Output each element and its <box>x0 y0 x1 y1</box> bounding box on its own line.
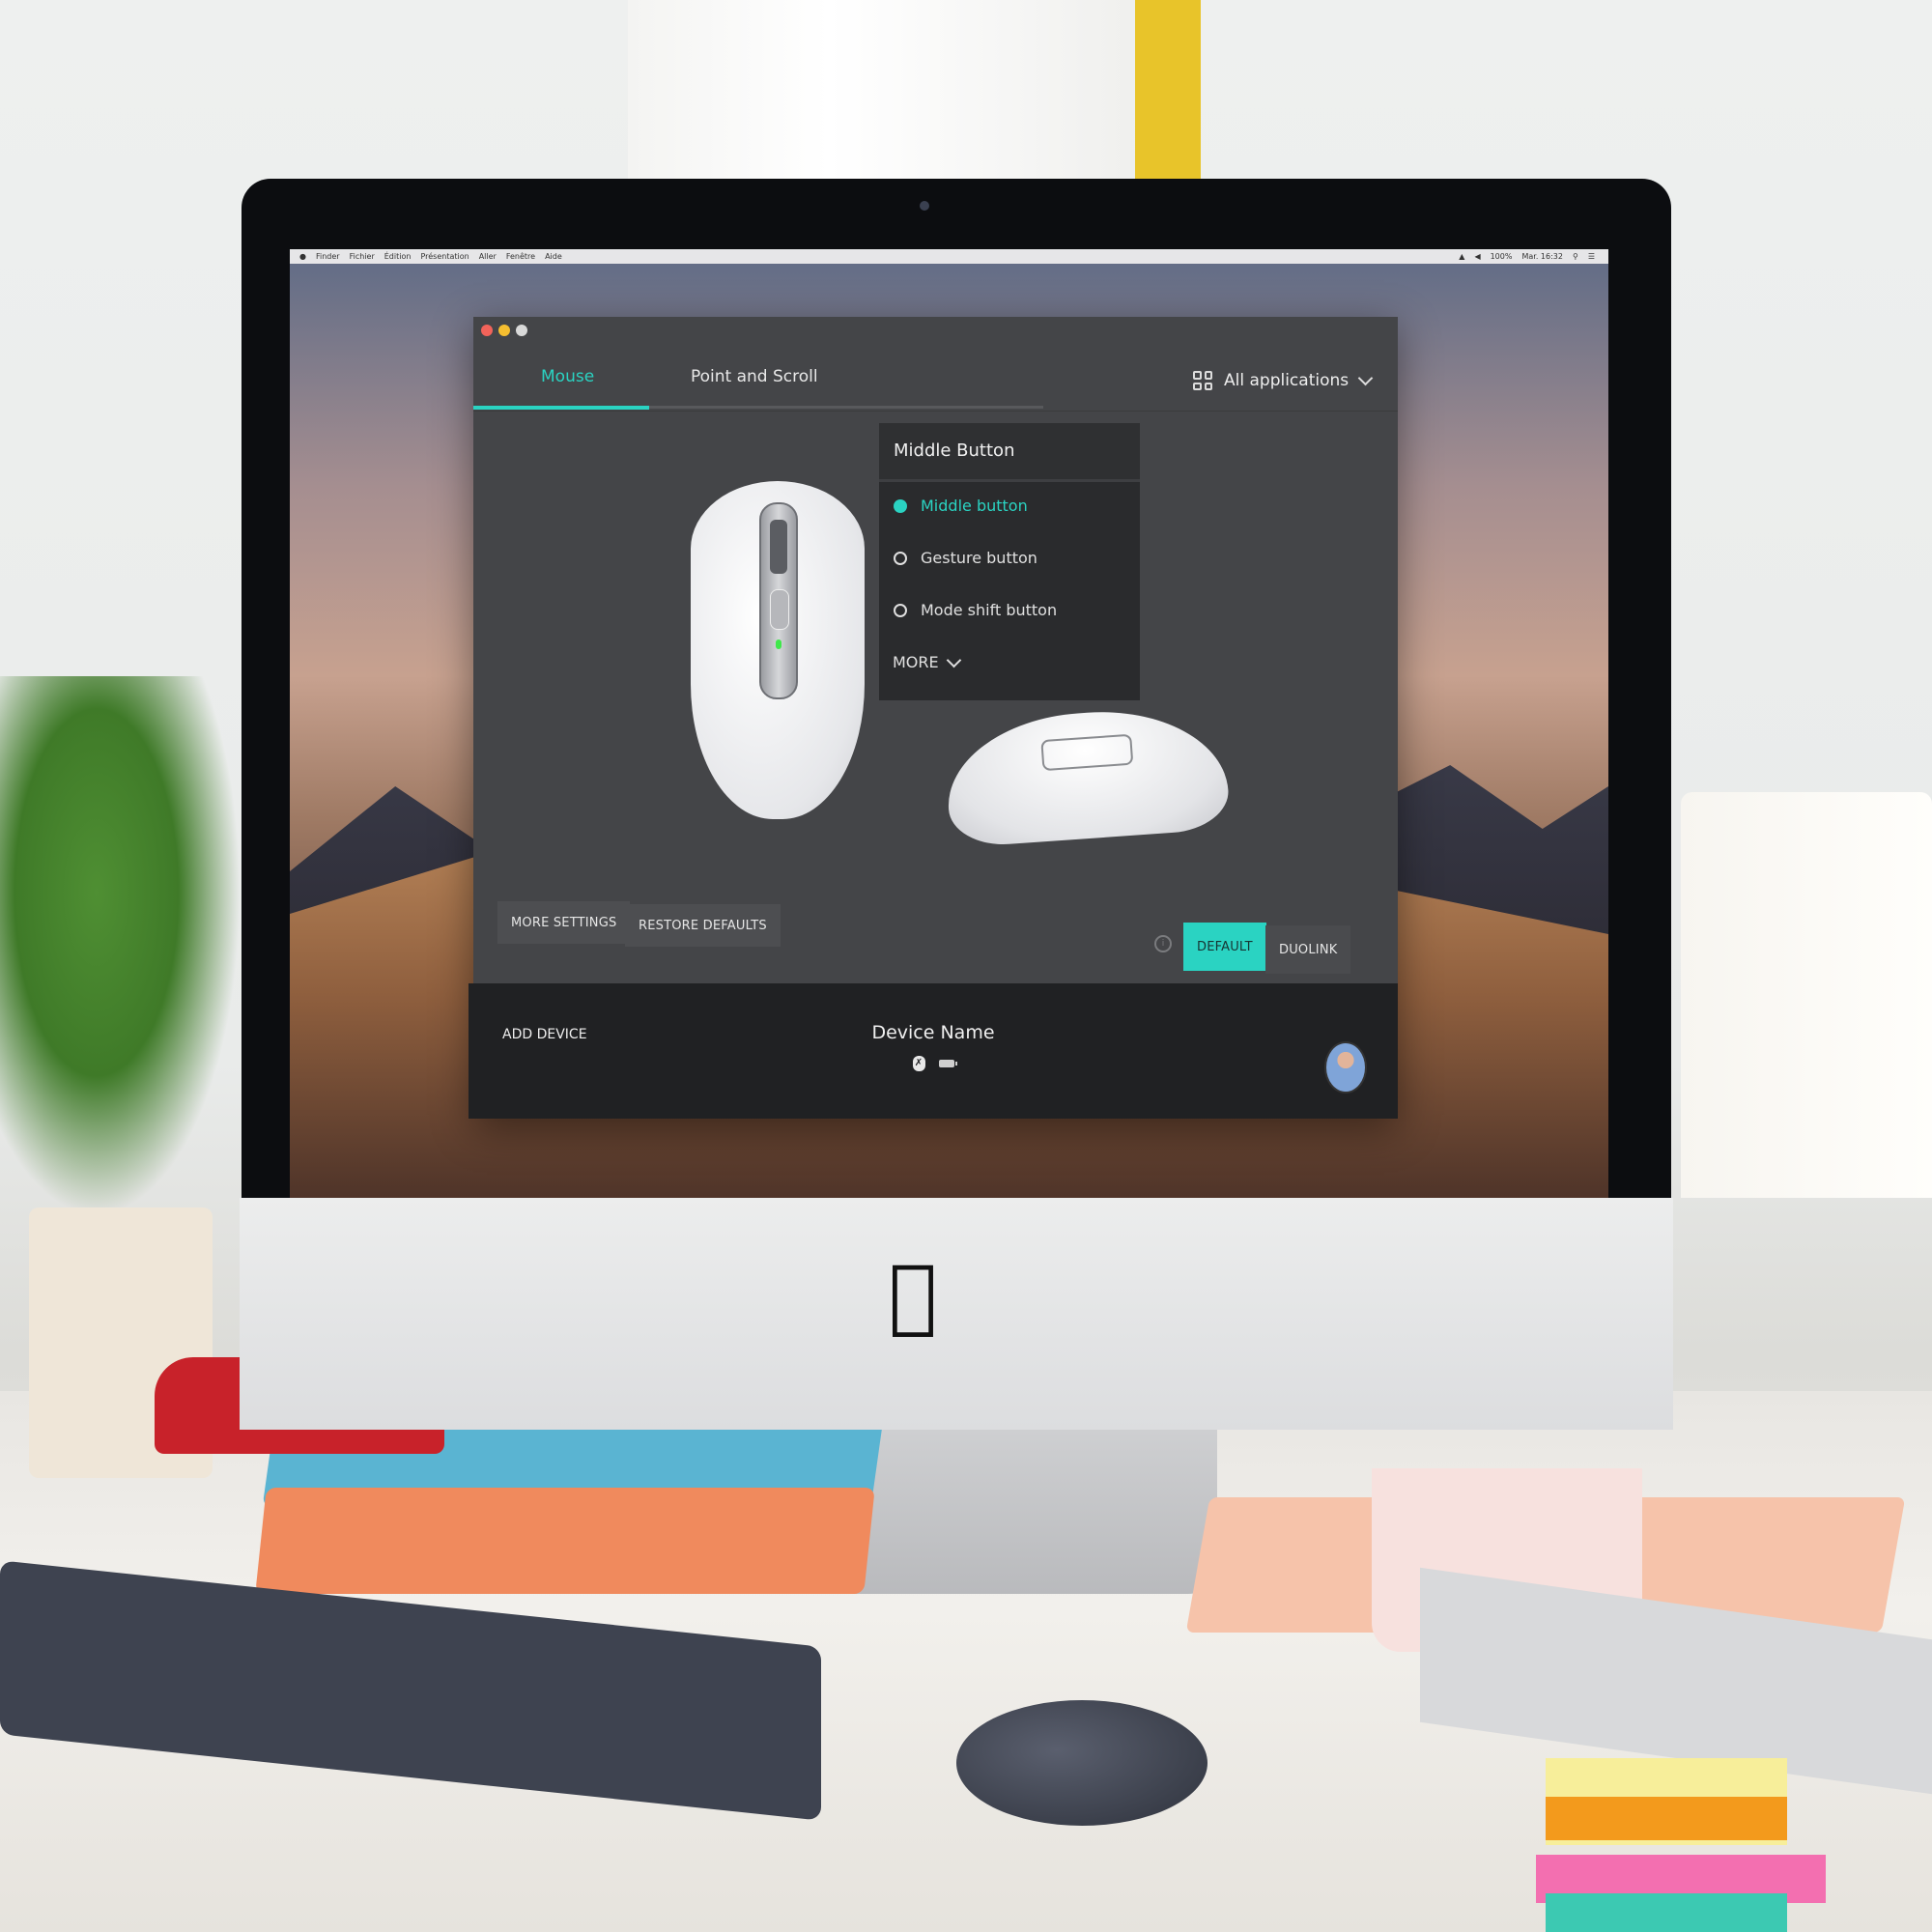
logi-options-window: Mouse Point and Scroll All applications … <box>469 317 1398 1119</box>
wifi-icon[interactable]: ▲ <box>1459 252 1464 261</box>
minimize-window-button[interactable] <box>498 325 510 336</box>
tab-point-and-scroll[interactable]: Point and Scroll <box>691 367 818 386</box>
default-profile-button[interactable]: DEFAULT <box>1183 923 1266 971</box>
volume-icon[interactable]: ◀ <box>1474 252 1480 261</box>
application-selector[interactable]: All applications <box>1193 370 1374 390</box>
screen: ● Finder Fichier Édition Présentation Al… <box>290 249 1608 1198</box>
menu-fenetre[interactable]: Fenêtre <box>506 252 535 261</box>
middle-button-hotspot[interactable] <box>770 589 789 630</box>
apple-logo-icon:  <box>884 1254 942 1335</box>
close-window-button[interactable] <box>481 325 493 336</box>
info-icon[interactable]: i <box>1154 935 1172 952</box>
device-footer: ADD DEVICE Device Name ✗ <box>469 983 1398 1119</box>
desk-lamp <box>1681 792 1932 1198</box>
menu-aller[interactable]: Aller <box>479 252 497 261</box>
restore-defaults-button[interactable]: RESTORE DEFAULTS <box>625 904 781 947</box>
device-name[interactable]: Device Name <box>469 1022 1398 1043</box>
chevron-down-icon <box>946 652 961 668</box>
active-tab-indicator <box>473 406 649 410</box>
battery-icon <box>938 1060 957 1067</box>
side-buttons-hotspot[interactable] <box>1040 733 1134 772</box>
menu-edition[interactable]: Édition <box>384 252 412 261</box>
clock[interactable]: Mar. 16:32 <box>1521 252 1563 261</box>
option-middle-button[interactable]: Middle button <box>894 497 1028 515</box>
monitor-chin <box>240 1198 1673 1430</box>
physical-mouse <box>956 1700 1208 1826</box>
menu-finder[interactable]: Finder <box>316 252 340 261</box>
panel-title: Middle Button <box>894 440 1015 461</box>
option-label: Middle button <box>921 497 1028 515</box>
mouse-top-view-image <box>691 481 865 819</box>
menu-presentation[interactable]: Présentation <box>420 252 469 261</box>
menu-fichier[interactable]: Fichier <box>350 252 375 261</box>
radio-unselected-icon <box>894 603 907 617</box>
radio-selected-icon <box>894 498 907 513</box>
radio-unselected-icon <box>894 551 907 565</box>
device-status-icons: ✗ <box>469 1056 1398 1071</box>
sticky-notes <box>1546 1893 1787 1932</box>
background-curtain-stripe <box>1135 0 1201 193</box>
zoom-window-button[interactable] <box>516 325 527 336</box>
option-mode-shift-button[interactable]: Mode shift button <box>894 601 1057 619</box>
notification-center-icon[interactable]: ☰ <box>1588 252 1595 261</box>
option-gesture-button[interactable]: Gesture button <box>894 549 1037 567</box>
apple-menu-icon[interactable]: ● <box>299 252 306 261</box>
tab-mouse[interactable]: Mouse <box>541 367 594 386</box>
sticky-notes <box>1546 1797 1787 1840</box>
scroll-wheel-hotspot[interactable] <box>770 520 787 574</box>
panel-header: Middle Button <box>879 423 1140 482</box>
battery-status[interactable]: 100% <box>1491 252 1513 261</box>
more-options-toggle[interactable]: MORE <box>893 652 961 671</box>
background-curtain <box>628 0 1130 193</box>
menu-aide[interactable]: Aide <box>545 252 562 261</box>
notebook-orange <box>255 1488 875 1594</box>
more-label: MORE <box>893 653 939 671</box>
option-label: Gesture button <box>921 549 1037 567</box>
grid-icon <box>1193 371 1212 390</box>
mouse-side-view-image <box>942 703 1232 848</box>
application-selector-label: All applications <box>1224 371 1350 390</box>
duolink-profile-button[interactable]: DUOLINK <box>1265 925 1351 974</box>
webcam <box>920 201 929 211</box>
user-avatar[interactable] <box>1324 1041 1367 1094</box>
bluetooth-icon: ✗ <box>912 1056 925 1071</box>
menu-bar: ● Finder Fichier Édition Présentation Al… <box>290 249 1608 264</box>
chevron-down-icon <box>1357 370 1374 386</box>
mouse-center-strip <box>759 502 798 699</box>
more-settings-button[interactable]: MORE SETTINGS <box>497 901 631 944</box>
button-assignment-panel: Middle Button Middle button Gesture butt… <box>879 423 1140 700</box>
header-divider <box>473 411 1398 412</box>
spotlight-search-icon[interactable]: ⚲ <box>1573 252 1578 261</box>
status-led <box>776 639 781 649</box>
plant <box>0 676 242 1217</box>
option-label: Mode shift button <box>921 601 1058 619</box>
